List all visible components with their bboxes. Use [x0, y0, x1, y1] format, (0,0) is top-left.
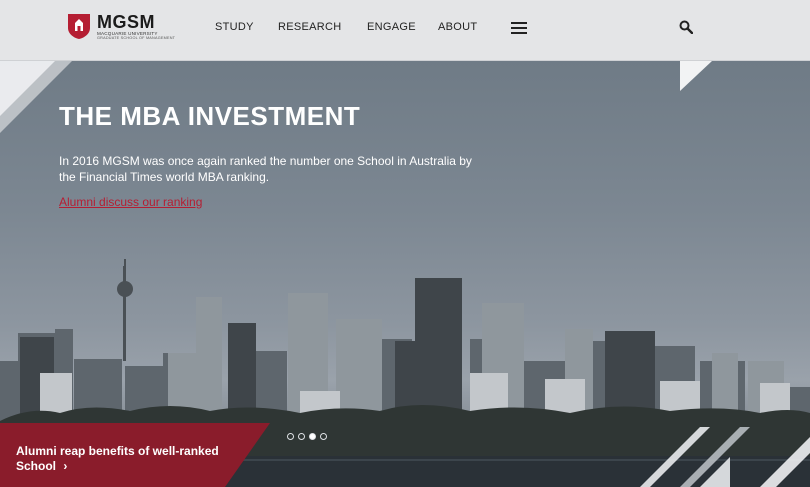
nav-research[interactable]: RESEARCH [278, 21, 342, 33]
slide-dot[interactable] [298, 433, 305, 440]
logo-text: MGSM MACQUARIE UNIVERSITY GRADUATE SCHOO… [97, 13, 175, 40]
nav-study[interactable]: STUDY [215, 21, 254, 33]
logo-name: MGSM [97, 12, 155, 32]
logo-shield-icon [68, 14, 90, 40]
featured-story-link[interactable]: Alumni reap benefits of well-ranked Scho… [16, 444, 246, 474]
slide-dot[interactable] [320, 433, 327, 440]
hamburger-menu-icon[interactable] [511, 22, 527, 34]
site-header: MGSM MACQUARIE UNIVERSITY GRADUATE SCHOO… [0, 0, 810, 61]
hero-title: THE MBA INVESTMENT [59, 101, 361, 131]
hero-description: In 2016 MGSM was once again ranked the n… [59, 154, 472, 184]
mgsm-logo[interactable]: MGSM MACQUARIE UNIVERSITY GRADUATE SCHOO… [67, 13, 175, 40]
slide-indicators [287, 433, 327, 440]
slide-dot[interactable] [287, 433, 294, 440]
slide-dot-active[interactable] [309, 433, 316, 440]
alumni-ranking-link[interactable]: Alumni discuss our ranking [59, 195, 202, 209]
chevron-right-icon: › [63, 459, 68, 473]
featured-story-label: Alumni reap benefits of well-ranked Scho… [16, 444, 219, 473]
logo-subtitle-2: GRADUATE SCHOOL OF MANAGEMENT [97, 35, 176, 40]
search-icon[interactable] [679, 20, 693, 34]
nav-about[interactable]: ABOUT [438, 21, 477, 33]
nav-engage[interactable]: ENGAGE [367, 21, 416, 33]
hero-banner: THE MBA INVESTMENT In 2016 MGSM was once… [0, 61, 810, 487]
